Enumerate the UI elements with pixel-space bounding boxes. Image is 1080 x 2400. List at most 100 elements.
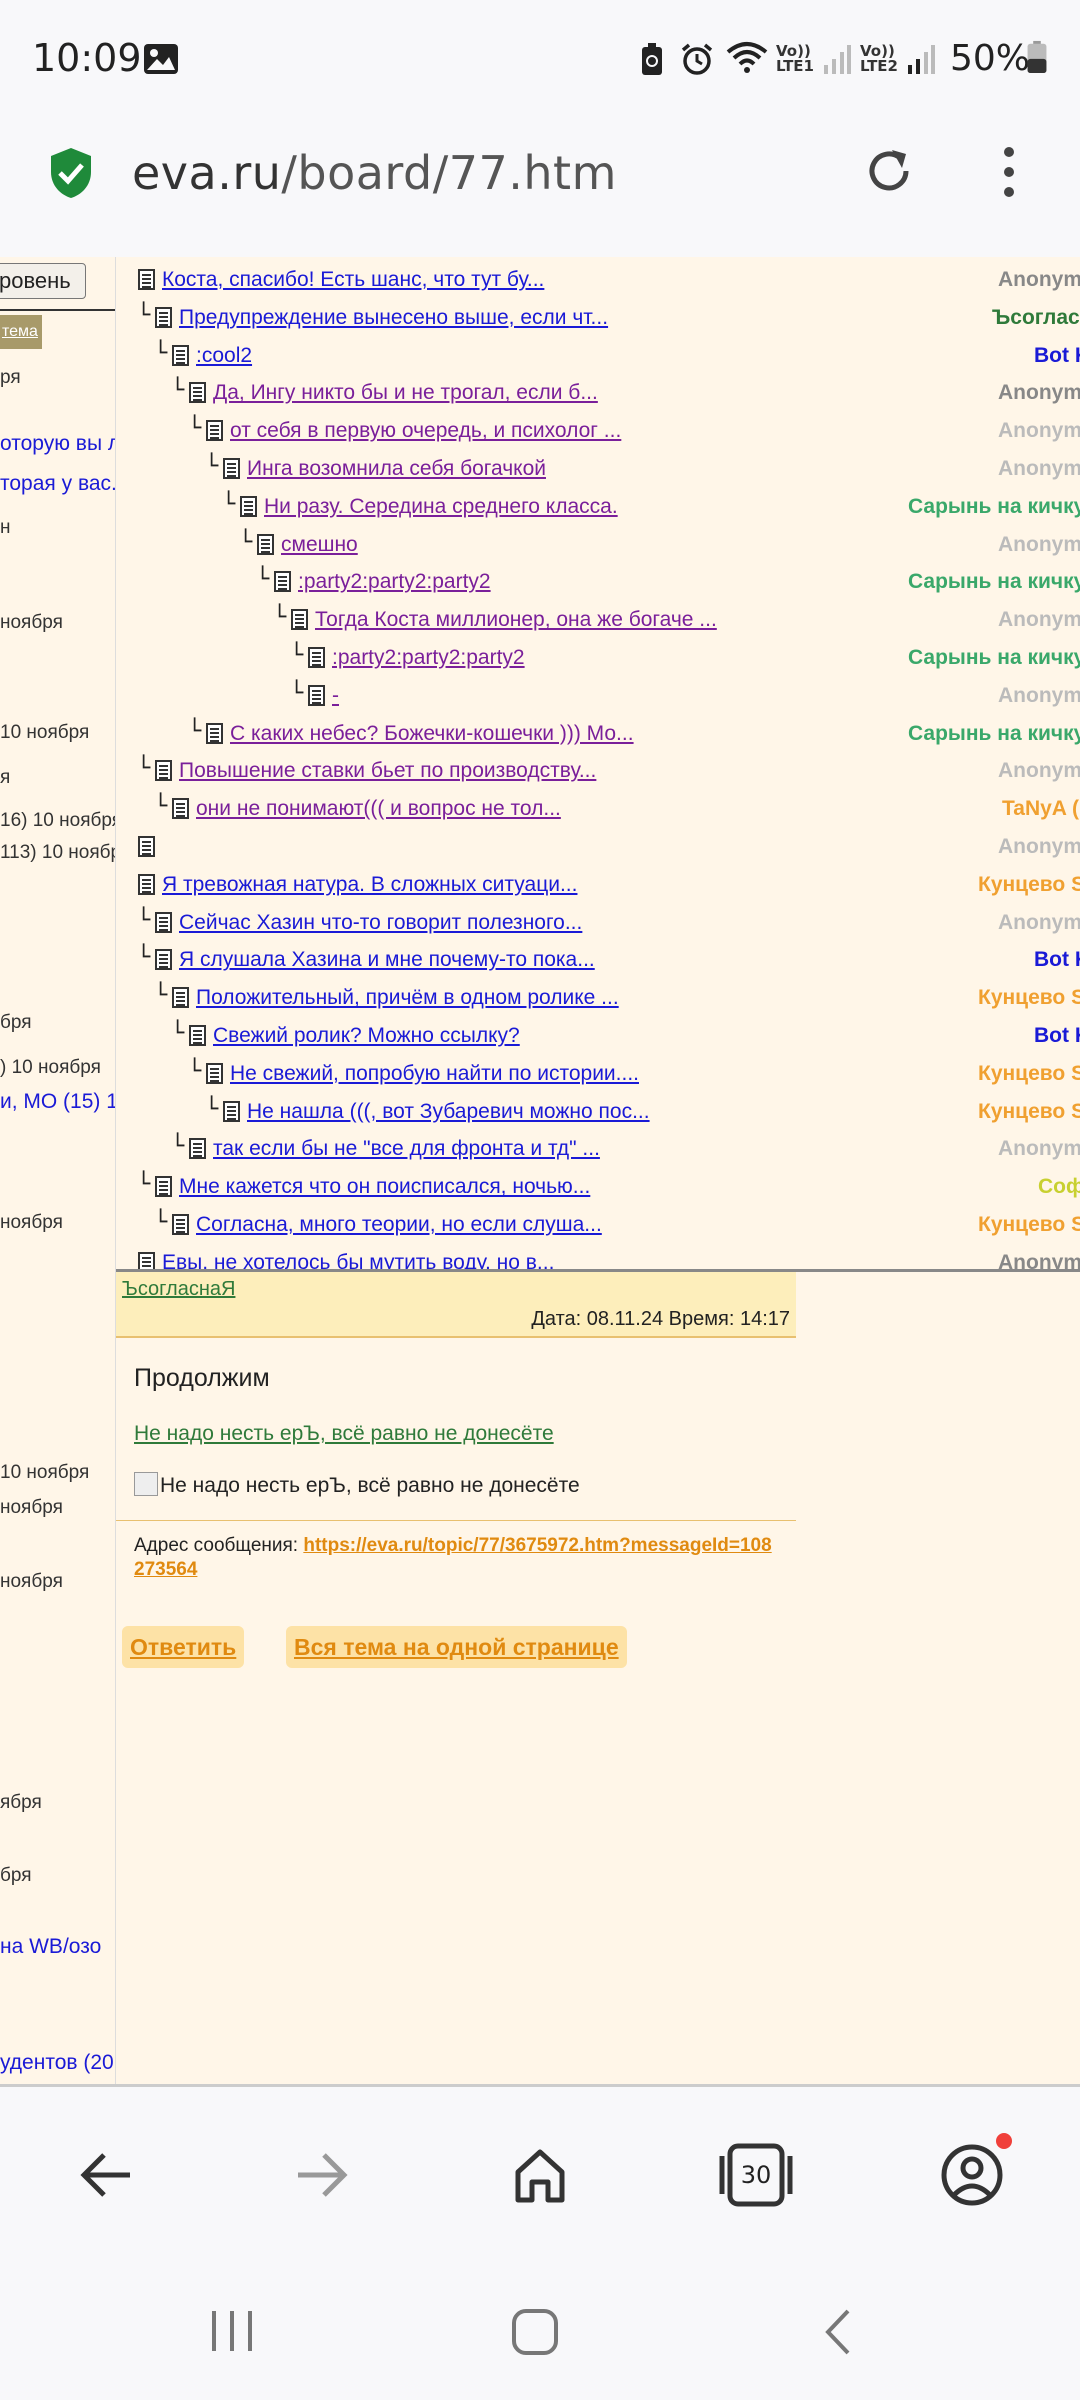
- thread-author[interactable]: Anonym: [998, 835, 1080, 859]
- thread-row[interactable]: └ С каких небес? Божечки-кошечки ))) Мо..…: [116, 715, 1080, 753]
- thread-row[interactable]: └ Я слушала Хазина и мне почему-то пока..…: [116, 941, 1080, 979]
- thread-row[interactable]: Anonym: [116, 828, 1080, 866]
- thread-author[interactable]: Anonym: [998, 381, 1080, 405]
- thread-row[interactable]: └ Не свежий, попробую найти по истории...…: [116, 1055, 1080, 1093]
- thread-title[interactable]: смешно: [281, 533, 358, 557]
- message-author[interactable]: ЪсогласнаЯ: [122, 1278, 235, 1301]
- thread-title[interactable]: Инга возомнила себя богачкой: [247, 457, 546, 481]
- thread-row[interactable]: └:cool2 Bot K: [116, 337, 1080, 375]
- thread-author[interactable]: Ъсоглас: [992, 306, 1080, 330]
- thread-title[interactable]: :cool2: [196, 344, 252, 368]
- thread-row[interactable]: └ Да, Ингу никто бы и не трогал, если б..…: [116, 374, 1080, 412]
- thread-row[interactable]: └ Инга возомнила себя богачкой Anonym: [116, 450, 1080, 488]
- thread-row[interactable]: Евы, не хотелось бы мутить воду, но в...…: [116, 1244, 1080, 1269]
- thread-row[interactable]: └:party2:party2:party2 Сарынь на кичку: [116, 639, 1080, 677]
- thread-title[interactable]: так если бы не "все для фронта и тд" ...: [213, 1137, 600, 1161]
- thread-title[interactable]: Предупреждение вынесено выше, если чт...: [179, 306, 608, 330]
- tabs-button[interactable]: 30: [718, 2137, 794, 2213]
- thread-author[interactable]: Кунцево S: [978, 1213, 1080, 1237]
- address-bar[interactable]: eva.ru/board/77.htm: [0, 120, 1080, 257]
- thread-author[interactable]: Сарынь на кичку: [908, 646, 1080, 670]
- reload-icon[interactable]: [862, 144, 916, 198]
- thread-title[interactable]: Я слушала Хазина и мне почему-то пока...: [179, 948, 595, 972]
- thread-row[interactable]: └ Не нашла (((, вот Зубаревич можно пос..…: [116, 1093, 1080, 1131]
- thread-author[interactable]: Сарынь на кичку: [908, 722, 1080, 746]
- level-button[interactable]: ровень: [0, 263, 86, 299]
- thread-row[interactable]: └:party2:party2:party2 Сарынь на кичку: [116, 563, 1080, 601]
- message-image[interactable]: Не надо несть ерЪ, всё равно не донесёте: [134, 1472, 580, 1498]
- home-button[interactable]: [502, 2137, 578, 2213]
- thread-title[interactable]: Положительный, причём в одном ролике ...: [196, 986, 619, 1010]
- home-nav-icon[interactable]: [510, 2307, 560, 2357]
- thread-row[interactable]: └ они не понимают((( и вопрос не тол... Ta…: [116, 790, 1080, 828]
- thread-author[interactable]: Anonym: [998, 911, 1080, 935]
- tema-badge[interactable]: тема: [0, 315, 42, 349]
- reply-button[interactable]: Ответить: [122, 1626, 245, 1668]
- left-fragment[interactable]: на WB/озо: [0, 1935, 101, 1959]
- thread-author[interactable]: Кунцево S: [978, 986, 1080, 1010]
- thread-author[interactable]: Anonym: [998, 419, 1080, 443]
- account-button[interactable]: [934, 2137, 1010, 2213]
- thread-title[interactable]: Сейчас Хазин что-то говорит полезного...: [179, 911, 582, 935]
- recent-apps-icon[interactable]: [208, 2307, 256, 2355]
- thread-title[interactable]: Мне кажется что он поисписался, ночью...: [179, 1175, 590, 1199]
- left-fragment[interactable]: торая у вас.: [0, 472, 115, 496]
- thread-author[interactable]: TaNyA (: [1002, 797, 1079, 821]
- thread-title[interactable]: Я тревожная натура. В сложных ситуаци...: [162, 873, 577, 897]
- thread-row[interactable]: └ Согласна, много теории, но если слуша..…: [116, 1206, 1080, 1244]
- thread-author[interactable]: Anonym: [998, 268, 1080, 292]
- thread-author[interactable]: Bot K: [1034, 1024, 1080, 1048]
- thread-author[interactable]: Сарынь на кичку: [908, 495, 1080, 519]
- thread-author[interactable]: Сарынь на кичку: [908, 570, 1080, 594]
- thread-row[interactable]: └ Сейчас Хазин что-то говорит полезного..…: [116, 904, 1080, 942]
- thread-row[interactable]: └ от себя в первую очередь, и психолог ..…: [116, 412, 1080, 450]
- thread-row[interactable]: Я тревожная натура. В сложных ситуаци...…: [116, 866, 1080, 904]
- thread-row[interactable]: └ Предупреждение вынесено выше, если чт..…: [116, 299, 1080, 337]
- message-quote-link[interactable]: Не надо несть ерЪ, всё равно не донесёте: [134, 1422, 554, 1446]
- thread-title[interactable]: Коста, спасибо! Есть шанс, что тут бу...: [162, 268, 544, 292]
- thread-title[interactable]: Тогда Коста миллионер, она же богаче ...: [315, 608, 717, 632]
- url-text[interactable]: eva.ru/board/77.htm: [132, 146, 617, 200]
- left-fragment[interactable]: и, МО (15) 10: [0, 1090, 115, 1114]
- thread-author[interactable]: Anonym: [998, 759, 1080, 783]
- thread-row[interactable]: └ Свежий ролик? Можно ссылку? Bot K: [116, 1017, 1080, 1055]
- thread-title[interactable]: они не понимают((( и вопрос не тол...: [196, 797, 561, 821]
- thread-row[interactable]: └ смешно Anonym: [116, 526, 1080, 564]
- thread-author[interactable]: Anonym: [998, 608, 1080, 632]
- thread-author[interactable]: Anonym: [998, 1251, 1080, 1269]
- thread-row[interactable]: └ Тогда Коста миллионер, она же богаче ..…: [116, 601, 1080, 639]
- thread-title[interactable]: Ни разу. Середина среднего класса.: [264, 495, 618, 519]
- thread-author[interactable]: Anonym: [998, 1137, 1080, 1161]
- thread-title[interactable]: Евы, не хотелось бы мутить воду, но в...: [162, 1251, 554, 1269]
- thread-author[interactable]: Кунцево S: [978, 1100, 1080, 1124]
- thread-title[interactable]: Не свежий, попробую найти по истории....: [230, 1062, 639, 1086]
- left-fragment[interactable]: оторую вы л: [0, 432, 115, 456]
- thread-title[interactable]: -: [332, 684, 339, 708]
- thread-row[interactable]: └ Повышение ставки бьет по производству..…: [116, 752, 1080, 790]
- thread-row[interactable]: Коста, спасибо! Есть шанс, что тут бу...…: [116, 261, 1080, 299]
- thread-title[interactable]: Согласна, много теории, но если слуша...: [196, 1213, 602, 1237]
- thread-row[interactable]: └ Положительный, причём в одном ролике ..…: [116, 979, 1080, 1017]
- thread-title[interactable]: :party2:party2:party2: [298, 570, 491, 594]
- thread-author[interactable]: Кунцево S: [978, 873, 1080, 897]
- thread-row[interactable]: └ так если бы не "все для фронта и тд" ..…: [116, 1130, 1080, 1168]
- thread-author[interactable]: Кунцево S: [978, 1062, 1080, 1086]
- thread-row[interactable]: └ Ни разу. Середина среднего класса. Сарын…: [116, 488, 1080, 526]
- thread-author[interactable]: Bot K: [1034, 948, 1080, 972]
- thread-title[interactable]: Не нашла (((, вот Зубаревич можно пос...: [247, 1100, 650, 1124]
- more-menu-icon[interactable]: [994, 144, 1024, 200]
- whole-topic-button[interactable]: Вся тема на одной странице: [286, 1626, 627, 1668]
- thread-title[interactable]: Свежий ролик? Можно ссылку?: [213, 1024, 520, 1048]
- thread-title[interactable]: от себя в первую очередь, и психолог ...: [230, 419, 621, 443]
- secure-shield-icon[interactable]: [48, 146, 94, 200]
- thread-title[interactable]: :party2:party2:party2: [332, 646, 525, 670]
- thread-title[interactable]: С каких небес? Божечки-кошечки ))) Мо...: [230, 722, 634, 746]
- thread-row[interactable]: └ - Anonym: [116, 677, 1080, 715]
- thread-author[interactable]: Anonym: [998, 684, 1080, 708]
- thread-author[interactable]: Anonym: [998, 533, 1080, 557]
- left-fragment[interactable]: удентов (20: [0, 2051, 114, 2075]
- back-button[interactable]: [68, 2137, 144, 2213]
- thread-author[interactable]: Bot K: [1034, 344, 1080, 368]
- back-nav-icon[interactable]: [818, 2307, 858, 2357]
- thread-author[interactable]: Anonym: [998, 457, 1080, 481]
